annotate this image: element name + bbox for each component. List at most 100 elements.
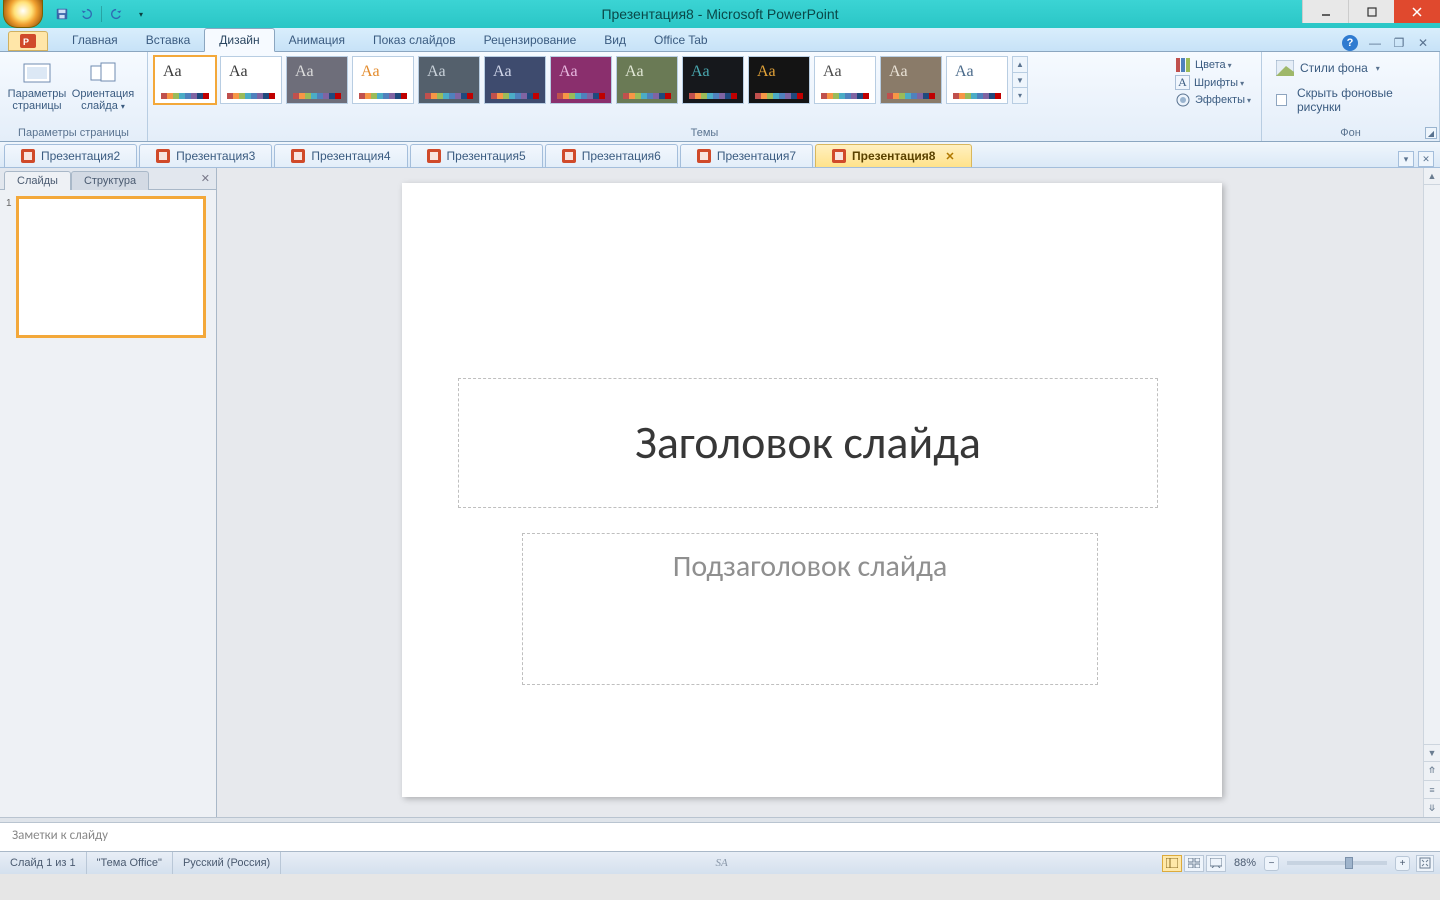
view-slideshow-button[interactable] [1206, 855, 1226, 872]
theme-colors-button[interactable]: Цвета [1171, 56, 1255, 74]
theme-thumbnail[interactable]: Aa [352, 56, 414, 104]
ribbon-minimize-icon[interactable]: — [1368, 36, 1382, 50]
zoom-slider-thumb[interactable] [1345, 857, 1353, 869]
theme-swatches [491, 93, 539, 99]
group-background: Стили фона ▾ Скрыть фоновые рисунки Фон … [1262, 52, 1440, 141]
document-tab-label: Презентация7 [717, 149, 796, 163]
tab-home[interactable]: Главная [58, 29, 132, 51]
slide-orientation-button[interactable]: Ориентация слайда ▾ [72, 56, 134, 124]
document-tab[interactable]: Презентация5 [410, 144, 543, 167]
theme-thumbnail[interactable]: Aa [682, 56, 744, 104]
background-styles-button[interactable]: Стили фона ▾ [1268, 56, 1388, 80]
theme-thumbnail[interactable]: Aa [550, 56, 612, 104]
theme-swatches [689, 93, 737, 99]
theme-thumbnail[interactable]: Aa [154, 56, 216, 104]
title-placeholder[interactable]: Заголовок слайда [458, 378, 1158, 508]
document-tab[interactable]: Презентация3 [139, 144, 272, 167]
view-sorter-button[interactable] [1184, 855, 1204, 872]
powerpoint-icon [21, 149, 35, 163]
theme-thumbnail[interactable]: Aa [946, 56, 1008, 104]
tab-slideshow[interactable]: Показ слайдов [359, 29, 470, 51]
slide-thumbnail-1[interactable]: 1 [6, 198, 210, 336]
document-tab-close-icon[interactable]: ✕ [945, 150, 954, 163]
slides-tab[interactable]: Слайды [4, 171, 71, 190]
theme-thumbnail[interactable]: Aa [418, 56, 480, 104]
view-normal-button[interactable] [1162, 855, 1182, 872]
theme-colors-label: Цвета [1195, 59, 1232, 71]
background-dialog-launcher[interactable]: ◢ [1425, 127, 1437, 139]
theme-thumbnail[interactable]: Aa [880, 56, 942, 104]
theme-sample-text: Aa [823, 63, 842, 81]
close-button[interactable] [1394, 0, 1440, 23]
qat-customize-icon[interactable]: ▾ [132, 5, 150, 23]
theme-swatches [425, 93, 473, 99]
theme-thumbnail[interactable]: Aa [220, 56, 282, 104]
doc-tabs-menu-button[interactable]: ▾ [1398, 151, 1414, 167]
undo-icon[interactable] [77, 5, 95, 23]
document-tab[interactable]: Презентация6 [545, 144, 678, 167]
office-button[interactable] [3, 0, 43, 28]
window-title: Презентация8 - Microsoft PowerPoint [601, 6, 838, 22]
slide[interactable]: Заголовок слайда Подзаголовок слайда [402, 183, 1222, 797]
doc-tabs-close-button[interactable]: ✕ [1418, 151, 1434, 167]
theme-gallery-more[interactable]: ▲▼▾ [1012, 56, 1028, 104]
theme-sample-text: Aa [229, 63, 248, 81]
scroll-down-icon[interactable]: ▼ [1424, 744, 1440, 761]
zoom-out-button[interactable]: − [1264, 856, 1279, 871]
hide-bg-graphics-label: Скрыть фоновые рисунки [1297, 86, 1425, 114]
document-tab-label: Презентация4 [311, 149, 390, 163]
theme-sample-text: Aa [955, 63, 974, 81]
zoom-in-button[interactable]: + [1395, 856, 1410, 871]
theme-thumbnail[interactable]: Aa [814, 56, 876, 104]
document-tab[interactable]: Презентация7 [680, 144, 813, 167]
theme-fonts-button[interactable]: A Шрифты [1171, 74, 1255, 91]
group-themes: AaAaAaAaAaAaAaAaAaAaAaAaAa▲▼▾ Цвета A Шр… [148, 52, 1262, 141]
svg-text:P: P [23, 37, 29, 47]
redo-icon[interactable] [108, 5, 126, 23]
document-tab[interactable]: Презентация2 [4, 144, 137, 167]
vertical-scrollbar[interactable]: ▲ ▼ ⤊ ≡ ⤋ [1423, 168, 1440, 817]
zoom-level[interactable]: 88% [1234, 857, 1256, 869]
theme-sample-text: Aa [163, 63, 182, 81]
outline-tab[interactable]: Структура [71, 171, 149, 190]
theme-effects-button[interactable]: Эффекты [1171, 91, 1255, 109]
page-setup-button[interactable]: Параметры страницы [6, 56, 68, 124]
ribbon-restore-icon[interactable]: ❐ [1392, 36, 1406, 50]
file-menu-button[interactable]: P [8, 31, 48, 51]
status-language[interactable]: Русский (Россия) [173, 852, 281, 874]
minimize-button[interactable] [1302, 0, 1348, 23]
help-icon[interactable]: ? [1342, 35, 1358, 51]
tab-design[interactable]: Дизайн [204, 28, 274, 52]
theme-thumbnail[interactable]: Aa [484, 56, 546, 104]
theme-sample-text: Aa [691, 63, 710, 81]
tab-officetab[interactable]: Office Tab [640, 29, 722, 51]
scroll-up-icon[interactable]: ▲ [1424, 168, 1440, 185]
notes-placeholder-text: Заметки к слайду [12, 828, 108, 843]
hide-bg-graphics-checkbox[interactable]: Скрыть фоновые рисунки [1268, 86, 1433, 118]
theme-sample-text: Aa [757, 63, 776, 81]
tab-insert[interactable]: Вставка [132, 29, 205, 51]
prev-slide-icon[interactable]: ⤊ [1424, 761, 1440, 780]
status-theme: "Тема Office" [87, 852, 173, 874]
document-tab[interactable]: Презентация4 [274, 144, 407, 167]
theme-thumbnail[interactable]: Aa [616, 56, 678, 104]
document-tab[interactable]: Презентация8✕ [815, 144, 972, 167]
maximize-button[interactable] [1348, 0, 1394, 23]
next-slide-icon[interactable]: ⤋ [1424, 798, 1440, 817]
theme-sample-text: Aa [889, 63, 908, 81]
save-icon[interactable] [53, 5, 71, 23]
fit-to-window-button[interactable] [1416, 855, 1434, 872]
notes-pane[interactable]: Заметки к слайду [0, 823, 1440, 851]
theme-thumbnail[interactable]: Aa [286, 56, 348, 104]
tab-review[interactable]: Рецензирование [470, 29, 591, 51]
theme-swatches [887, 93, 935, 99]
theme-thumbnail[interactable]: Aa [748, 56, 810, 104]
ribbon-close-icon[interactable]: ✕ [1416, 36, 1430, 50]
tab-view[interactable]: Вид [590, 29, 640, 51]
subtitle-placeholder[interactable]: Подзаголовок слайда [522, 533, 1098, 685]
status-slide-number: Слайд 1 из 1 [0, 852, 87, 874]
tab-animation[interactable]: Анимация [275, 29, 359, 51]
slides-pane-close-icon[interactable]: ✕ [201, 172, 210, 185]
zoom-slider[interactable] [1287, 861, 1387, 865]
nav-menu-icon[interactable]: ≡ [1424, 780, 1440, 799]
